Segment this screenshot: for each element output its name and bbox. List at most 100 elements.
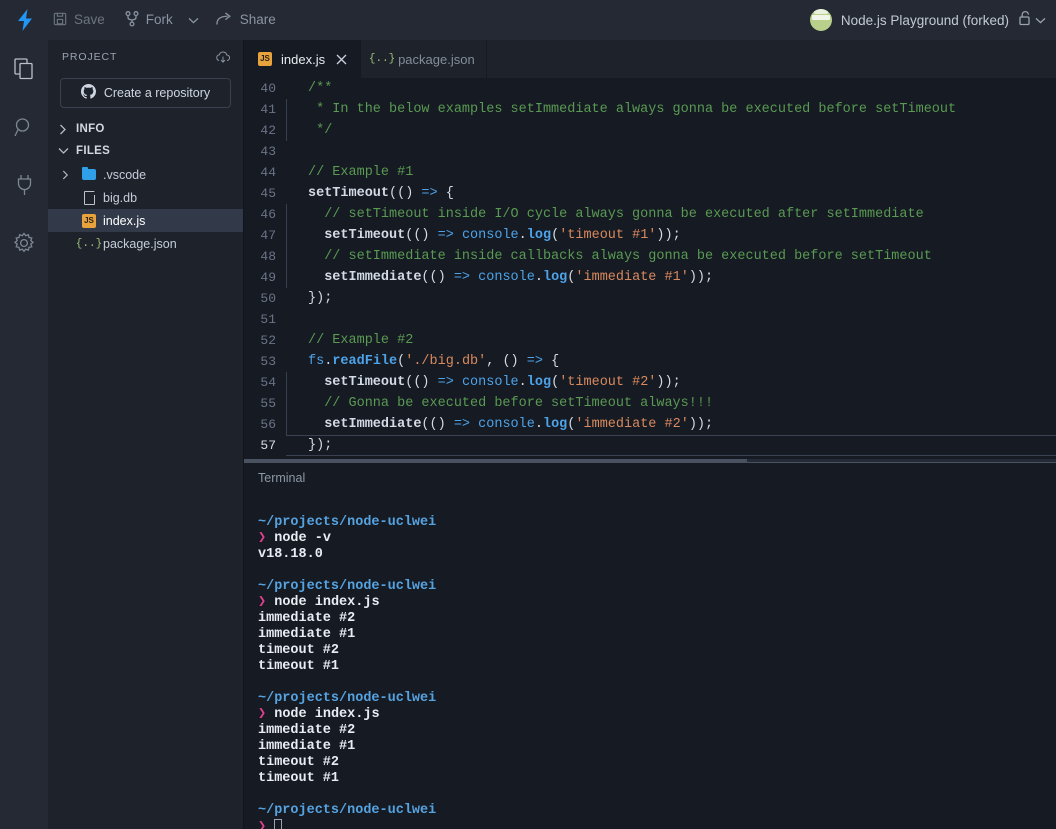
code-token: {	[437, 186, 454, 201]
terminal-output-line: immediate #2	[258, 723, 1056, 739]
sidebar-section-files[interactable]: FILES	[48, 140, 243, 162]
fork-chevron-down-icon[interactable]	[182, 6, 205, 34]
terminal-command: node index.js	[274, 595, 380, 610]
terminal-output-text: timeout #2	[258, 643, 340, 658]
folder-icon	[81, 166, 97, 183]
codesandbox-logo-icon[interactable]	[8, 6, 42, 34]
terminal-output-line: timeout #1	[258, 659, 1056, 675]
indent-guide	[286, 393, 287, 414]
tab-package-json[interactable]: {..} package.json	[361, 40, 487, 78]
code-line-text: // setTimeout inside I/O cycle always go…	[286, 204, 1056, 225]
indent-guide	[286, 99, 287, 120]
terminal-output-text: timeout #1	[258, 771, 340, 786]
code-line-text: fs.readFile('./big.db', () => {	[286, 351, 1056, 372]
code-line: 42 */	[244, 120, 1056, 141]
code-line-text: // Example #1	[286, 162, 1056, 183]
code-token: (()	[405, 228, 438, 243]
terminal-panel: Terminal ~/projects/node-uclwei ❯ node -v…	[244, 462, 1056, 829]
save-button[interactable]: Save	[44, 6, 114, 34]
file-tree-item-indexjs[interactable]: JS index.js	[48, 209, 243, 232]
code-token: {	[542, 354, 560, 369]
file-tree-item-vscode[interactable]: .vscode	[48, 163, 243, 186]
titlebar-right-group: Node.js Playground (forked)	[809, 9, 1046, 31]
editor-scrollbar-thumb[interactable]	[244, 459, 748, 462]
create-repository-button[interactable]: Create a repository	[60, 78, 231, 108]
fork-button[interactable]: Fork	[116, 6, 182, 34]
close-icon[interactable]	[333, 51, 349, 67]
privacy-dropdown[interactable]	[1018, 10, 1046, 31]
code-token: // setImmediate inside callbacks always …	[324, 249, 932, 264]
code-token: =>	[453, 270, 471, 285]
code-line-text: // Example #2	[286, 330, 1056, 351]
code-line: 54 setTimeout(() => console.log('timeout…	[244, 372, 1056, 393]
terminal-output-text: immediate #2	[258, 723, 356, 738]
code-token: });	[308, 438, 333, 453]
code-token: log	[526, 228, 552, 243]
code-editor[interactable]: 40 /** 41 * In the below examples setImmed…	[244, 78, 1056, 462]
tab-bar: JS index.js {..} package.json	[244, 40, 1056, 78]
code-line: 48 // setImmediate inside callbacks alwa…	[244, 246, 1056, 267]
workbench: PROJECT Create a repository INFO FILES .…	[0, 40, 1056, 829]
terminal-output-line: immediate #2	[258, 611, 1056, 627]
code-token: (()	[421, 270, 454, 285]
chevron-down-icon	[56, 147, 70, 155]
code-token: readFile	[332, 354, 398, 369]
js-file-icon: JS	[81, 213, 97, 229]
indent-guide	[286, 120, 287, 141]
file-tree-item-bigdb[interactable]: big.db	[48, 186, 243, 209]
code-token: .	[518, 375, 527, 390]
share-label: Share	[239, 12, 276, 28]
code-line: 52 // Example #2	[244, 330, 1056, 351]
code-line: 53 fs.readFile('./big.db', () => {	[244, 351, 1056, 372]
terminal-output-text: immediate #2	[258, 611, 356, 626]
code-token: =>	[453, 417, 471, 432]
line-number: 45	[260, 186, 276, 201]
line-number: 53	[260, 354, 276, 369]
terminal-prompt-icon: ❯	[258, 531, 275, 546]
code-token: 'timeout #1'	[559, 228, 657, 243]
dependencies-icon[interactable]	[9, 170, 39, 200]
terminal-input-line: ❯	[258, 819, 1056, 829]
sidebar-section-info[interactable]: INFO	[48, 118, 243, 140]
unlocked-padlock-icon	[1018, 10, 1032, 31]
indent-guide	[286, 414, 287, 435]
tab-index-js[interactable]: JS index.js	[244, 40, 362, 78]
code-line-text: setTimeout(() => console.log('timeout #2…	[286, 372, 1056, 393]
cloud-download-icon[interactable]	[215, 51, 231, 64]
code-token: log	[526, 375, 552, 390]
code-token: =>	[437, 375, 454, 390]
avatar[interactable]	[809, 9, 832, 31]
terminal-path-line: ~/projects/node-uclwei	[258, 579, 1056, 595]
code-token: console	[461, 375, 519, 390]
search-icon[interactable]	[9, 112, 39, 142]
terminal-header[interactable]: Terminal	[244, 463, 1056, 493]
code-token: 'immediate #2'	[575, 417, 689, 432]
line-number: 52	[260, 333, 276, 348]
share-button[interactable]: Share	[207, 6, 285, 34]
file-tree-item-label: big.db	[103, 190, 138, 205]
file-icon	[81, 190, 97, 206]
terminal-path-line: ~/projects/node-uclwei	[258, 515, 1056, 531]
save-icon	[53, 12, 67, 29]
terminal-output[interactable]: ~/projects/node-uclwei ❯ node -v v18.18.0 …	[244, 493, 1056, 829]
title-bar: Save Fork Share Node.js Playground (fork…	[0, 0, 1056, 40]
github-icon	[80, 84, 96, 102]
file-tree-item-packagejson[interactable]: {..} package.json	[48, 232, 243, 255]
line-number: 48	[260, 249, 276, 264]
line-number: 56	[260, 417, 276, 432]
terminal-path: ~/projects/node-uclwei	[258, 515, 437, 530]
sidebar-section-files-label: FILES	[76, 145, 111, 157]
settings-gear-icon[interactable]	[9, 228, 39, 258]
line-number: 54	[260, 375, 276, 390]
sidebar-section-info-label: INFO	[76, 123, 105, 135]
editor-horizontal-scrollbar[interactable]	[244, 459, 1056, 462]
json-file-icon: {..}	[368, 53, 396, 65]
explorer-icon[interactable]	[9, 54, 39, 84]
indent-guide	[286, 267, 287, 288]
